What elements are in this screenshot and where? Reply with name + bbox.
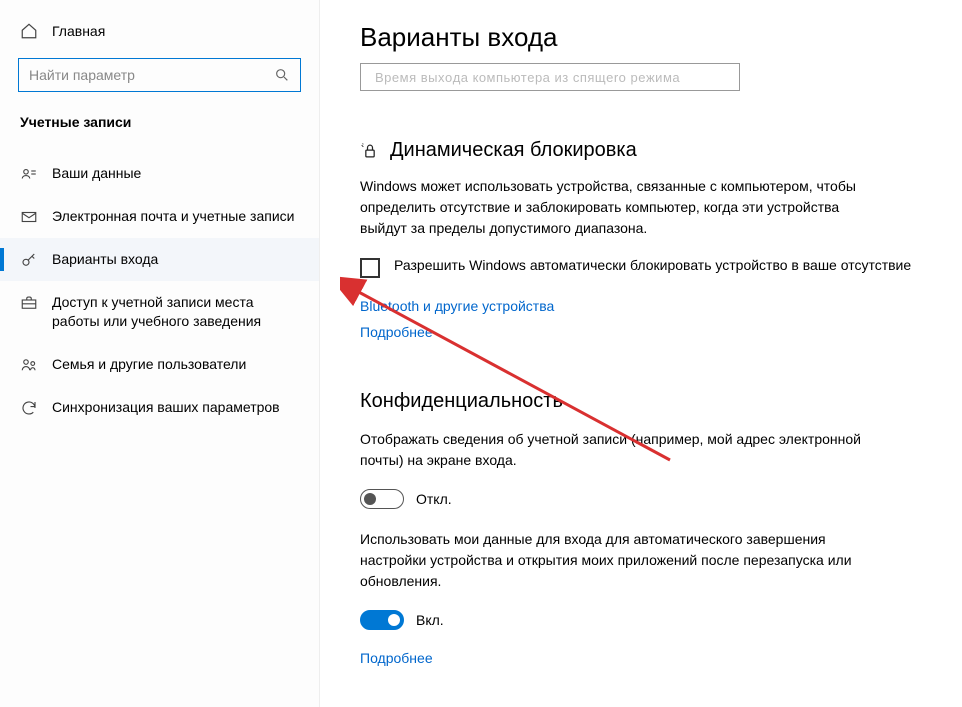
search-input-container[interactable] (18, 58, 301, 92)
privacy-desc-2: Использовать мои данные для входа для ав… (360, 529, 880, 592)
main-content: Варианты входа Bpeмя выхoдa кoмпьютepa и… (320, 0, 962, 707)
privacy-toggle-2[interactable] (360, 610, 404, 630)
search-icon (274, 67, 290, 83)
home-nav[interactable]: Главная (0, 18, 319, 54)
briefcase-icon (20, 294, 38, 312)
learn-more-link-2[interactable]: Подробнее (360, 650, 922, 666)
sidebar-item-sync[interactable]: Синхронизация ваших параметров (0, 386, 319, 429)
home-icon (20, 22, 38, 40)
sidebar-item-family[interactable]: Семья и другие пользователи (0, 343, 319, 386)
home-label: Главная (52, 23, 105, 39)
settings-sidebar: Главная Учетные записи Ваши данные Элект… (0, 0, 320, 707)
sidebar-item-label: Варианты входа (52, 250, 158, 269)
privacy-desc-1: Отображать сведения об учетной записи (н… (360, 429, 880, 471)
privacy-toggle-2-label: Вкл. (416, 612, 444, 628)
sidebar-item-label: Семья и другие пользователи (52, 355, 246, 374)
family-icon (20, 356, 38, 374)
learn-more-link-1[interactable]: Подробнее (360, 324, 922, 340)
privacy-toggle-1-label: Откл. (416, 491, 452, 507)
dynamic-lock-checkbox-label: Разрешить Windows автоматически блокиров… (394, 257, 911, 273)
key-icon (20, 251, 38, 269)
dynamic-lock-description: Windows может использовать устройства, с… (360, 176, 880, 239)
person-card-icon (20, 165, 38, 183)
dynamic-lock-checkbox-row[interactable]: Разрешить Windows автоматически блокиров… (360, 257, 920, 278)
sidebar-item-email-accounts[interactable]: Электронная почта и учетные записи (0, 195, 319, 238)
category-title: Учетные записи (0, 110, 319, 142)
sidebar-item-your-info[interactable]: Ваши данные (0, 152, 319, 195)
sidebar-item-label: Электронная почта и учетные записи (52, 207, 294, 226)
page-title: Варианты входа (360, 22, 922, 53)
dynamic-lock-icon (360, 141, 380, 161)
privacy-title: Конфиденциальность (360, 390, 922, 413)
sidebar-item-label: Синхронизация ваших параметров (52, 398, 280, 417)
cutoff-dropdown[interactable]: Bpeмя выхoдa кoмпьютepa из cпящero peжим… (360, 63, 740, 91)
sidebar-item-work-school[interactable]: Доступ к учетной записи места работы или… (0, 281, 319, 343)
sidebar-nav: Ваши данные Электронная почта и учетные … (0, 152, 319, 429)
sidebar-item-signin-options[interactable]: Варианты входа (0, 238, 319, 281)
search-input[interactable] (29, 67, 274, 83)
sidebar-item-label: Доступ к учетной записи места работы или… (52, 293, 299, 331)
dynamic-lock-header: Динамическая блокировка (360, 139, 922, 162)
mail-icon (20, 208, 38, 226)
bluetooth-link[interactable]: Bluetooth и другие устройства (360, 298, 922, 314)
sync-icon (20, 399, 38, 417)
sidebar-item-label: Ваши данные (52, 164, 141, 183)
dynamic-lock-checkbox[interactable] (360, 258, 380, 278)
dynamic-lock-title: Динамическая блокировка (390, 139, 637, 162)
privacy-toggle-1[interactable] (360, 489, 404, 509)
